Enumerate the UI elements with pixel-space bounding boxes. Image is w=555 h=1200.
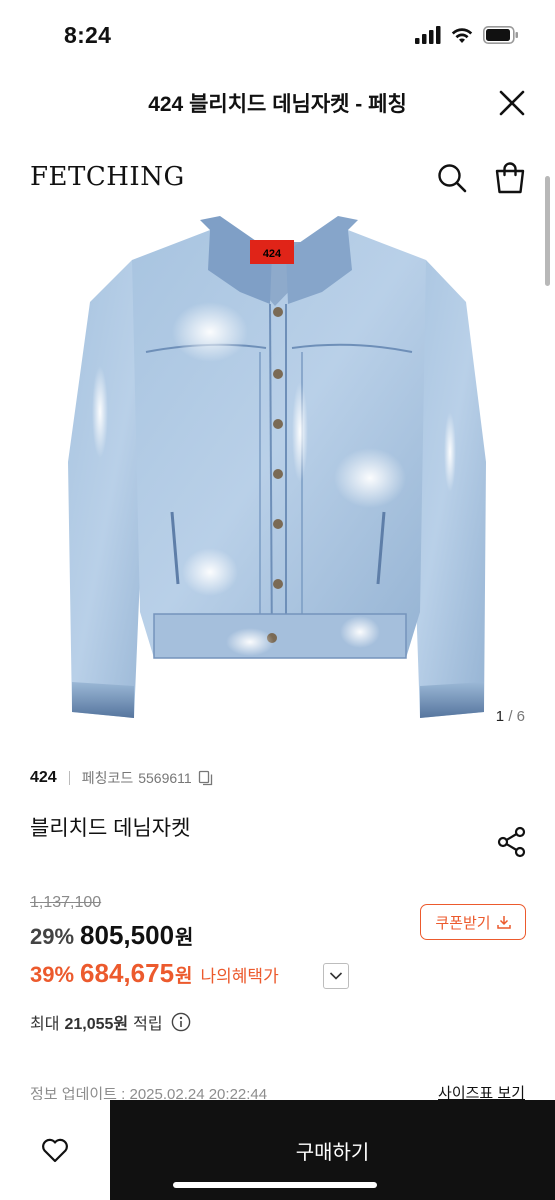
product-image[interactable]: 424 xyxy=(60,212,500,732)
benefit-discount-rate: 39% xyxy=(30,962,75,987)
benefit-dropdown-button[interactable] xyxy=(323,963,349,989)
share-icon[interactable] xyxy=(497,826,527,858)
sale-price: 805,500 xyxy=(80,920,175,950)
coupon-button-label: 쿠폰받기 xyxy=(435,914,491,932)
points-suffix: 적립 xyxy=(133,1016,163,1033)
shopping-bag-icon[interactable] xyxy=(494,161,526,195)
points-value: 21,055원 xyxy=(64,1016,129,1033)
signal-icon xyxy=(415,26,441,44)
close-icon[interactable] xyxy=(497,88,527,118)
modal-title: 424 블리치드 데님자켓 - 페칭 xyxy=(148,93,407,116)
denim-jacket-illustration: 424 xyxy=(68,216,486,718)
image-counter-total: 6 xyxy=(516,708,525,725)
brand-name[interactable]: 424 xyxy=(30,769,57,787)
info-icon[interactable] xyxy=(171,1012,191,1032)
store-nav: FETCHING xyxy=(0,150,555,210)
home-indicator xyxy=(173,1182,377,1188)
search-icon[interactable] xyxy=(436,162,468,194)
battery-icon xyxy=(483,26,518,44)
image-counter-separator: / xyxy=(508,708,513,725)
image-counter: 1 / 6 xyxy=(496,708,525,725)
image-counter-current: 1 xyxy=(495,708,505,725)
benefit-label: 나의혜택가 xyxy=(200,967,279,986)
discount-rate: 29% xyxy=(30,924,75,949)
modal-header: 424 블리치드 데님자켓 - 페칭 xyxy=(0,76,555,132)
points-prefix: 최대 xyxy=(30,1016,60,1033)
copy-icon[interactable] xyxy=(198,770,214,786)
status-icons xyxy=(415,26,519,44)
download-icon xyxy=(496,916,511,929)
coupon-button[interactable]: 쿠폰받기 xyxy=(420,904,526,940)
code-value: 5569611 xyxy=(138,770,192,786)
store-logo[interactable]: FETCHING xyxy=(30,162,185,192)
price-row: 29% 805,500 원 xyxy=(30,920,193,951)
brand-row: 424 페칭코드 5569611 xyxy=(30,768,214,788)
code-label: 페칭코드 xyxy=(81,770,134,786)
wifi-icon xyxy=(451,28,473,43)
points-row: 최대 21,055원 적립 xyxy=(30,1010,191,1034)
original-price: 1,137,100 xyxy=(30,894,102,911)
status-time: 8:24 xyxy=(64,22,112,48)
buy-button-label: 구매하기 xyxy=(295,1142,370,1164)
product-name: 블리치드 데님자켓 xyxy=(30,817,191,840)
currency-label: 원 xyxy=(175,927,194,949)
benefit-currency-label: 원 xyxy=(175,966,193,987)
divider xyxy=(68,771,70,785)
heart-icon xyxy=(42,1138,68,1163)
chevron-down-icon xyxy=(329,972,343,980)
status-bar: 8:24 xyxy=(0,0,555,76)
scrollbar[interactable] xyxy=(545,176,550,286)
collar-label: 424 xyxy=(263,248,282,260)
wishlist-button[interactable] xyxy=(0,1100,110,1200)
benefit-price: 684,675 xyxy=(80,958,175,988)
benefit-price-row: 39% 684,675 원 나의혜택가 xyxy=(30,958,279,989)
